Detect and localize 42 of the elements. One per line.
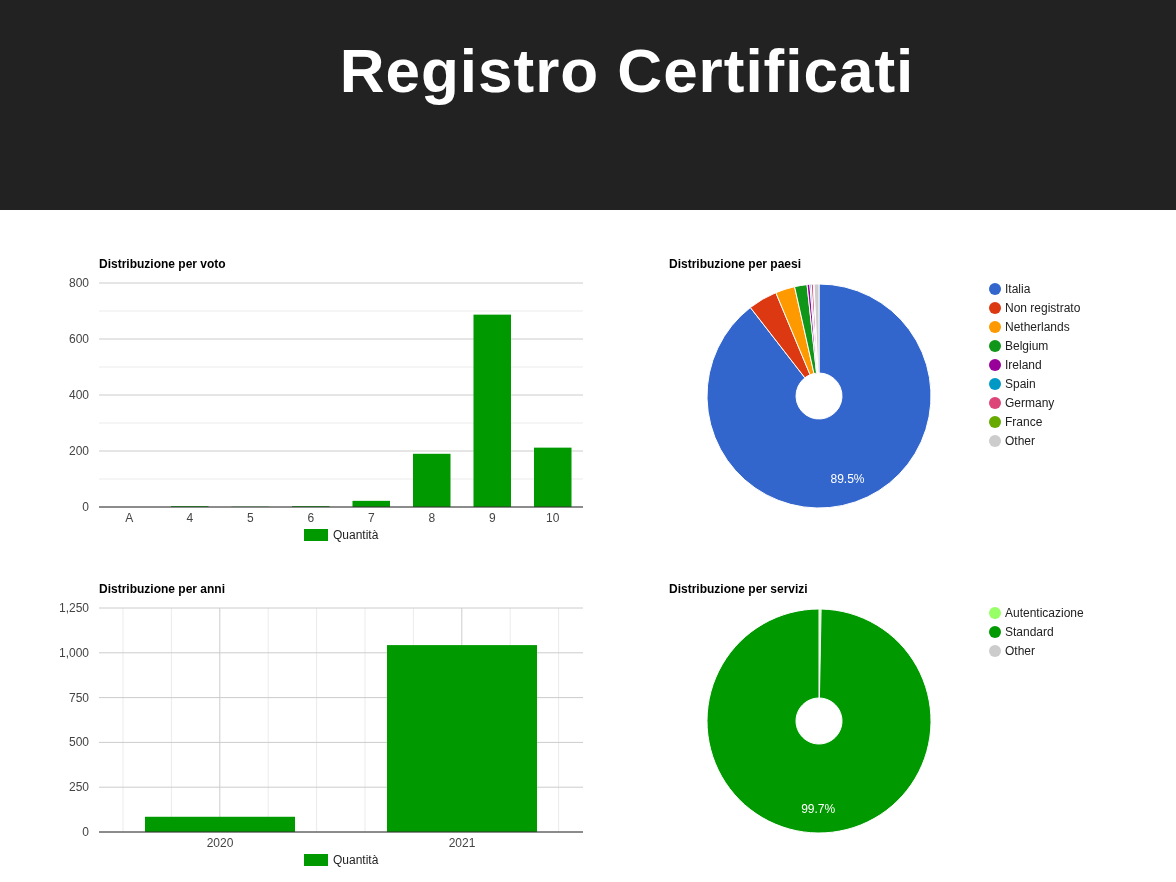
axis-label: 2020: [206, 836, 234, 850]
legend-label: Standard: [1005, 625, 1054, 639]
legend-label: Other: [1005, 434, 1035, 448]
slice-label: 89.5%: [830, 472, 865, 487]
axis-label: 6: [307, 511, 315, 525]
legend-label: Other: [1005, 644, 1035, 658]
axis-label: 800: [68, 276, 89, 290]
legend-label: Ireland: [1005, 358, 1042, 372]
axis-label: 750: [68, 690, 89, 705]
legend-label: Quantità: [333, 528, 379, 542]
chart-title: Distribuzione per paesi: [669, 257, 802, 271]
axis-label: 1,000: [60, 645, 89, 660]
axis-label: 0: [82, 825, 89, 839]
axis-label: 7: [367, 511, 375, 525]
axis-label: 8: [428, 511, 436, 525]
chart-title: Distribuzione per servizi: [669, 582, 808, 596]
axis-label: 10: [546, 511, 560, 525]
axis-label: 2021: [448, 836, 476, 850]
legend-label: Autenticazione: [1005, 606, 1084, 620]
legend-label: Germany: [1005, 396, 1055, 410]
axis-label: 200: [68, 444, 89, 458]
axis-label: 250: [68, 780, 89, 795]
legend-label: Non registrato: [1005, 301, 1081, 315]
slice-label: 99.7%: [801, 802, 836, 816]
legend-label: Italia: [1005, 282, 1031, 296]
axis-label: 600: [68, 332, 89, 346]
legend-label: Spain: [1005, 377, 1036, 391]
axis-label: A: [125, 511, 134, 525]
axis-label: 1,250: [60, 601, 89, 615]
chart-title: Distribuzione per voto: [99, 257, 226, 271]
chart-title: Distribuzione per anni: [99, 582, 225, 596]
page-title: Registro Certificati: [339, 35, 915, 107]
axis-label: 5: [246, 511, 254, 525]
legend-label: Quantità: [333, 853, 379, 867]
axis-label: 500: [68, 735, 89, 750]
legend-label: Belgium: [1005, 339, 1049, 353]
legend-label: France: [1005, 415, 1043, 429]
legend-label: Netherlands: [1005, 320, 1070, 334]
axis-label: 9: [488, 511, 496, 525]
axis-label: 0: [82, 500, 89, 514]
axis-label: 4: [186, 511, 194, 525]
axis-label: 400: [68, 388, 89, 402]
